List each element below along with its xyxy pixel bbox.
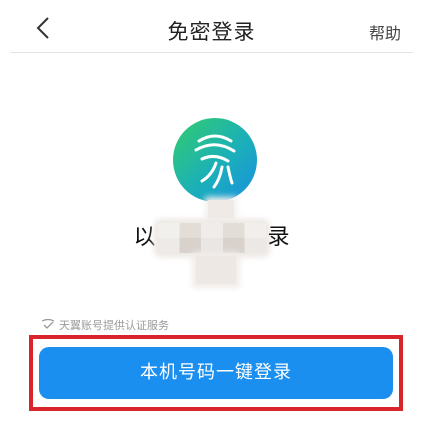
shield-check-icon bbox=[41, 318, 55, 329]
help-link[interactable]: 帮助 bbox=[369, 20, 401, 44]
privacy-blur bbox=[208, 200, 234, 218]
carrier-text-suffix: 录 bbox=[267, 225, 290, 250]
nav-bar: 免密登录 帮助 bbox=[10, 6, 413, 53]
masked-phone-number bbox=[157, 223, 266, 253]
other-login-link[interactable] bbox=[160, 413, 260, 423]
highlight-box: 本机号码一键登录 bbox=[29, 335, 403, 411]
privacy-blur bbox=[196, 256, 236, 284]
service-note-text: 天翼账号提供认证服务 bbox=[59, 319, 169, 332]
page-title: 免密登录 bbox=[167, 20, 256, 44]
carrier-login-text: 以录 bbox=[0, 218, 423, 258]
fingerprint-logo-icon bbox=[172, 117, 258, 203]
one-click-login-button[interactable]: 本机号码一键登录 bbox=[39, 347, 393, 399]
carrier-text-prefix: 以 bbox=[133, 225, 156, 250]
service-note: 天翼账号提供认证服务 bbox=[40, 317, 169, 333]
